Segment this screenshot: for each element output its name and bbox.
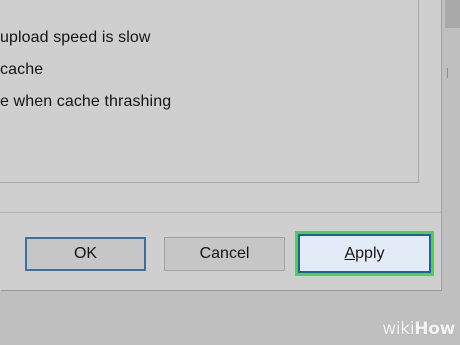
dialog-separator [0, 212, 441, 213]
background-window-scrollbar [445, 0, 460, 28]
wikihow-watermark: wikiHow [382, 319, 455, 339]
cancel-button[interactable]: Cancel [164, 237, 285, 271]
settings-dialog: upload speed is slow cache e when cache … [0, 0, 441, 290]
background-window-tick [447, 68, 448, 78]
apply-label-rest: pply [355, 245, 385, 262]
options-group [0, 0, 419, 183]
watermark-prefix: wiki [382, 319, 415, 339]
dialog-border [441, 0, 442, 290]
option-upload-speed-label[interactable]: upload speed is slow [0, 29, 151, 47]
option-cache-label[interactable]: cache [0, 61, 43, 79]
option-cache-thrashing-label[interactable]: e when cache thrashing [0, 93, 171, 111]
apply-label-accelerator: A [344, 245, 356, 262]
watermark-suffix: How [414, 319, 455, 339]
apply-button[interactable]: Apply [298, 234, 431, 273]
ok-button[interactable]: OK [25, 237, 146, 271]
